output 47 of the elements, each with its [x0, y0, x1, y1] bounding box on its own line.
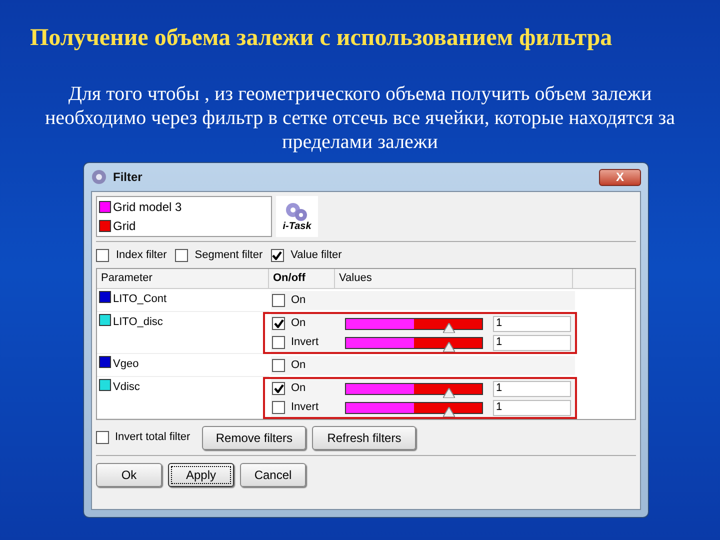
checkbox-label: Segment filter: [194, 248, 263, 263]
slide-title: Получение объема залежи с использованием фильтра: [29, 24, 614, 53]
dialog-button[interactable]: Apply: [168, 463, 234, 487]
dialog-button[interactable]: Ok: [96, 463, 162, 487]
check-icon: [274, 319, 284, 328]
checkbox-label: On: [291, 316, 306, 332]
checkbox-label: Invert: [291, 335, 319, 350]
checkbox-label: Invert total filter: [115, 430, 190, 446]
checkbox-label: On: [291, 358, 306, 374]
checkbox[interactable]: [270, 248, 284, 262]
checkbox[interactable]: [272, 382, 285, 395]
slider-thumb[interactable]: [443, 342, 456, 352]
checkbox-label: On: [291, 293, 306, 308]
check-icon: [274, 384, 284, 393]
check-icon: [272, 250, 282, 260]
checkbox[interactable]: [272, 359, 285, 372]
checkbox[interactable]: [96, 248, 109, 262]
checkbox-label: Index filter: [116, 248, 167, 263]
checkbox-label: Invert: [291, 400, 319, 416]
window-title: Filter: [113, 169, 142, 186]
checkbox-label: On: [291, 381, 306, 396]
checkbox[interactable]: [96, 431, 109, 444]
parameter-name: Vgeo: [113, 357, 139, 372]
model-name[interactable]: Grid: [113, 216, 136, 234]
dialog-button[interactable]: Cancel: [240, 463, 306, 487]
checkbox[interactable]: [272, 294, 285, 307]
dialog-button[interactable]: Remove filters: [202, 426, 306, 450]
slide-text: Для того чтобы , из геометрического объема получить объем залежи необходимо через фильтр в сетке отсечь все ячейки, которые находятся за пределами залежи: [44, 82, 676, 154]
slider-thumb[interactable]: [443, 406, 456, 416]
value-field[interactable]: 1: [493, 400, 571, 416]
parameter-name: LITO_disc: [113, 315, 163, 330]
dialog-button[interactable]: Refresh filters: [312, 426, 416, 450]
checkbox[interactable]: [272, 401, 285, 414]
value-field[interactable]: 1: [493, 334, 571, 350]
parameter-name: LITO_Cont: [113, 292, 167, 307]
model-name[interactable]: Grid model 3: [113, 198, 182, 216]
checkbox[interactable]: [174, 248, 188, 262]
logo-text: i-Task: [282, 222, 312, 232]
column-header: On/off: [269, 269, 335, 288]
checkbox[interactable]: [272, 317, 285, 330]
value-field[interactable]: 1: [493, 316, 571, 332]
column-header: Parameter: [97, 269, 269, 288]
value-field[interactable]: 1: [493, 380, 571, 396]
column-header: Values: [335, 269, 573, 288]
checkbox-label: Value filter: [290, 248, 342, 263]
checkbox[interactable]: [272, 336, 285, 349]
parameter-name: Vdisc: [113, 380, 140, 395]
